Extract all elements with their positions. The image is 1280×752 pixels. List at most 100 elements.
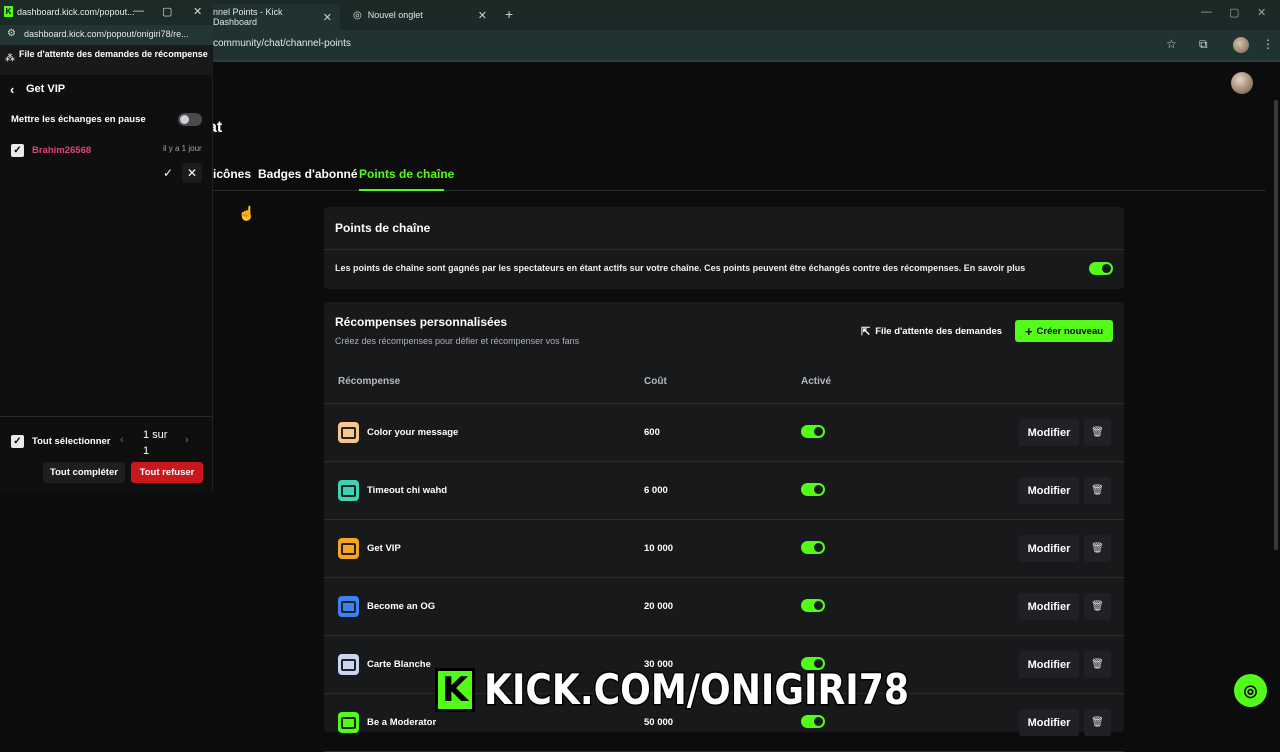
minimize-icon[interactable]: — bbox=[1201, 6, 1212, 18]
trash-icon[interactable]: 🗑 bbox=[1084, 651, 1111, 678]
reward-name: Get VIP bbox=[367, 543, 401, 554]
channel-points-title: Points de chaîne bbox=[335, 221, 431, 235]
trash-icon[interactable]: 🗑 bbox=[1084, 709, 1111, 736]
modify-button[interactable]: Modifier bbox=[1019, 419, 1079, 446]
tab-subscriber-badges[interactable]: Badges d'abonné bbox=[258, 167, 358, 181]
select-all-checkbox[interactable]: ✓ bbox=[11, 435, 24, 448]
trash-icon[interactable]: 🗑 bbox=[1084, 419, 1111, 446]
reward-ticket-icon bbox=[338, 712, 359, 733]
channel-points-card bbox=[324, 207, 1124, 289]
modify-button[interactable]: Modifier bbox=[1019, 477, 1079, 504]
tab-icons[interactable]: icônes bbox=[213, 167, 251, 181]
tab-kick-dashboard[interactable]: nnel Points - Kick Dashboard ✕ bbox=[205, 4, 340, 30]
request-timestamp: il y a 1 jour bbox=[163, 144, 202, 153]
request-queue-label: File d'attente des demandes bbox=[875, 325, 1003, 337]
browser-profile-avatar[interactable] bbox=[1233, 37, 1249, 53]
bookmark-star-icon[interactable]: ☆ bbox=[1166, 37, 1177, 51]
headset-icon: ◎ bbox=[1243, 682, 1258, 700]
table-row: Timeout chi wahd 6 000 Modifier 🗑 bbox=[324, 462, 1124, 520]
reward-ticket-icon bbox=[338, 422, 359, 443]
chevron-right-icon[interactable]: › bbox=[185, 434, 189, 446]
pause-redemptions-toggle[interactable] bbox=[178, 113, 202, 126]
menu-kebab-icon[interactable]: ⋮ bbox=[1262, 37, 1274, 51]
tab-new-tab[interactable]: ◎ Nouvel onglet ✕ bbox=[345, 4, 495, 26]
active-tab-indicator bbox=[359, 189, 444, 191]
channel-points-toggle[interactable] bbox=[1089, 262, 1113, 275]
queue-icon: ⁂ bbox=[5, 53, 15, 64]
column-header-cost[interactable]: Coût bbox=[644, 376, 667, 387]
approve-check-icon[interactable]: ✓ bbox=[158, 163, 178, 183]
custom-rewards-title: Récompenses personnalisées bbox=[335, 315, 508, 329]
modify-button[interactable]: Modifier bbox=[1019, 593, 1079, 620]
reject-x-icon[interactable]: ✕ bbox=[182, 163, 202, 183]
column-header-reward[interactable]: Récompense bbox=[338, 376, 400, 387]
request-checkbox[interactable]: ✓ bbox=[11, 144, 24, 157]
reward-cost: 6 000 bbox=[644, 485, 668, 496]
close-tab-icon[interactable]: ✕ bbox=[323, 11, 332, 24]
user-avatar[interactable] bbox=[1231, 72, 1253, 94]
trash-icon[interactable]: 🗑 bbox=[1084, 593, 1111, 620]
tab-channel-points[interactable]: Points de chaîne bbox=[359, 167, 454, 181]
reward-enabled-toggle[interactable] bbox=[801, 599, 825, 612]
tab-label: nnel Points - Kick Dashboard bbox=[213, 7, 283, 27]
reward-ticket-icon bbox=[338, 654, 359, 675]
url-text[interactable]: community/chat/channel-points bbox=[213, 38, 351, 49]
divider bbox=[324, 249, 1124, 250]
reward-name: Be a Moderator bbox=[367, 717, 437, 728]
extensions-icon[interactable]: ⧉ bbox=[1199, 37, 1208, 52]
refuse-all-button[interactable]: Tout refuser bbox=[131, 462, 203, 483]
request-queue-button[interactable]: ⇱ File d'attente des demandes bbox=[853, 320, 1010, 342]
reward-title: Get VIP bbox=[26, 83, 66, 95]
modify-button[interactable]: Modifier bbox=[1019, 709, 1079, 736]
reward-ticket-icon bbox=[338, 596, 359, 617]
reward-enabled-toggle[interactable] bbox=[801, 715, 825, 728]
complete-all-button[interactable]: Tout compléter bbox=[43, 462, 125, 483]
request-username[interactable]: Brahim26568 bbox=[32, 145, 91, 156]
table-row: Get VIP 10 000 Modifier 🗑 bbox=[324, 520, 1124, 578]
reward-name: Become an OG bbox=[367, 601, 436, 612]
close-window-icon[interactable]: ✕ bbox=[1257, 6, 1266, 19]
column-header-enabled[interactable]: Activé bbox=[801, 376, 831, 387]
maximize-icon[interactable]: ▢ bbox=[1229, 6, 1239, 19]
channel-points-description: Les points de chaîne sont gagnés par les… bbox=[335, 263, 1026, 273]
trash-icon[interactable]: 🗑 bbox=[1084, 535, 1111, 562]
minimize-icon[interactable]: — bbox=[133, 5, 144, 17]
reward-enabled-toggle[interactable] bbox=[801, 425, 825, 438]
close-tab-icon[interactable]: ✕ bbox=[478, 9, 487, 22]
new-tab-button[interactable]: + bbox=[505, 6, 513, 22]
select-all-label: Tout sélectionner bbox=[32, 436, 111, 447]
kick-logo: K bbox=[435, 668, 475, 712]
trash-icon[interactable]: 🗑 bbox=[1084, 477, 1111, 504]
reward-enabled-toggle[interactable] bbox=[801, 483, 825, 496]
modify-button[interactable]: Modifier bbox=[1019, 535, 1079, 562]
site-settings-icon[interactable]: ⚙ bbox=[7, 28, 16, 39]
watermark-text: KICK.COM/ONIGIRI78 bbox=[483, 664, 911, 716]
globe-icon: ◎ bbox=[353, 9, 362, 21]
close-window-icon[interactable]: ✕ bbox=[193, 5, 202, 18]
reward-enabled-toggle[interactable] bbox=[801, 541, 825, 554]
table-row: Become an OG 20 000 Modifier 🗑 bbox=[324, 578, 1124, 636]
custom-rewards-subtitle: Créez des récompenses pour défier et réc… bbox=[335, 336, 580, 346]
reward-ticket-icon bbox=[338, 480, 359, 501]
popup-header-title: File d'attente des demandes de récompens… bbox=[19, 49, 208, 59]
pause-redemptions-label: Mettre les échanges en pause bbox=[11, 114, 146, 125]
modify-button[interactable]: Modifier bbox=[1019, 651, 1079, 678]
popup-url[interactable]: dashboard.kick.com/popout/onigiri78/re..… bbox=[24, 29, 189, 39]
back-arrow-icon[interactable]: ‹ bbox=[10, 82, 14, 97]
help-chat-button[interactable]: ◎ bbox=[1234, 674, 1267, 707]
reward-ticket-icon bbox=[338, 538, 359, 559]
reward-cost: 600 bbox=[644, 427, 660, 438]
mouse-cursor-icon: ☝ bbox=[238, 205, 256, 221]
reward-cost: 50 000 bbox=[644, 717, 674, 728]
scrollbar[interactable] bbox=[1274, 100, 1278, 550]
chevron-left-icon[interactable]: ‹ bbox=[120, 434, 124, 446]
reward-cost: 10 000 bbox=[644, 543, 674, 554]
tab-label: Nouvel onglet bbox=[367, 10, 423, 20]
reward-cost: 20 000 bbox=[644, 601, 674, 612]
create-new-button[interactable]: + Créer nouveau bbox=[1015, 320, 1113, 342]
pagination-text: 1 sur 1 bbox=[143, 429, 168, 457]
maximize-icon[interactable]: ▢ bbox=[162, 5, 172, 18]
table-row: Color your message 600 Modifier 🗑 bbox=[324, 404, 1124, 462]
reward-name: Color your message bbox=[367, 427, 459, 438]
plus-icon: + bbox=[1024, 323, 1033, 339]
